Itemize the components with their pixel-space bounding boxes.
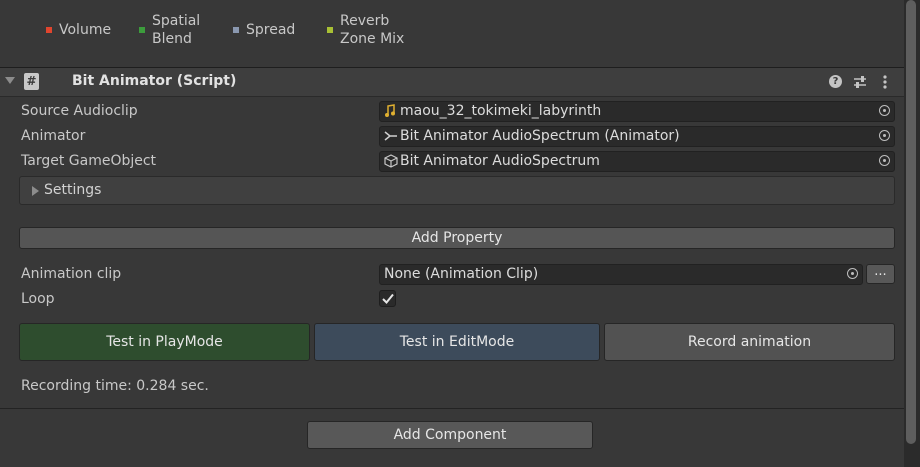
loop-label: Loop: [21, 291, 55, 307]
source-audioclip-field[interactable]: maou_32_tokimeki_labyrinth: [379, 101, 895, 122]
record-animation-button[interactable]: Record animation: [604, 323, 895, 361]
divider: [0, 408, 904, 409]
legend-label-line1: Reverb: [340, 13, 390, 29]
legend-label: Spatial Blend: [152, 12, 200, 48]
settings-label: Settings: [44, 182, 102, 198]
legend-label: Spread: [246, 22, 296, 38]
legend-label-line2: Blend: [152, 31, 192, 47]
animator-label: Animator: [21, 128, 86, 144]
animation-clip-field[interactable]: None (Animation Clip): [379, 264, 863, 285]
target-gameobject-value: Bit Animator AudioSpectrum: [400, 153, 600, 169]
object-picker-icon[interactable]: [879, 130, 890, 141]
foldout-arrow-icon[interactable]: [32, 186, 40, 196]
legend-label-line1: Spatial: [152, 13, 201, 29]
loop-checkbox[interactable]: [379, 290, 396, 307]
recording-time-text: Recording time: 0.284 sec.: [21, 378, 209, 394]
audio-clip-icon: [385, 104, 395, 117]
menu-dots-icon[interactable]: [882, 74, 888, 90]
gameobject-icon: [384, 154, 398, 168]
help-icon[interactable]: ?: [829, 75, 842, 88]
animator-value: Bit Animator AudioSpectrum (Animator): [400, 128, 680, 144]
legend-label: Volume: [59, 22, 112, 38]
test-in-editmode-button[interactable]: Test in EditMode: [314, 323, 600, 361]
test-in-playmode-button[interactable]: Test in PlayMode: [19, 323, 310, 361]
volume-swatch: [46, 27, 52, 33]
add-component-button[interactable]: Add Component: [307, 421, 593, 449]
component-header[interactable]: # Bit Animator (Script) ?: [0, 67, 904, 97]
object-picker-icon[interactable]: [847, 268, 858, 279]
legend-spread: Spread: [233, 21, 295, 39]
legend-label: Reverb Zone Mix: [340, 12, 404, 48]
animator-icon: [384, 131, 397, 141]
source-audioclip-label: Source Audioclip: [21, 103, 138, 119]
presets-icon[interactable]: [853, 75, 867, 89]
add-property-button[interactable]: Add Property: [19, 227, 895, 249]
animation-clip-label: Animation clip: [21, 266, 122, 282]
foldout-arrow-icon[interactable]: [5, 77, 15, 85]
legend-volume: Volume: [46, 21, 111, 39]
more-options-button[interactable]: ...: [866, 264, 895, 284]
legend-spatial-blend: Spatial Blend: [139, 12, 200, 48]
object-picker-icon[interactable]: [879, 155, 890, 166]
target-gameobject-field[interactable]: Bit Animator AudioSpectrum: [379, 151, 895, 172]
legend-reverb-zone-mix: Reverb Zone Mix: [327, 12, 404, 48]
spatial-blend-swatch: [139, 27, 145, 33]
spread-swatch: [233, 27, 239, 33]
animation-clip-value: None (Animation Clip): [384, 266, 539, 282]
component-title: Bit Animator (Script): [72, 73, 237, 89]
target-gameobject-label: Target GameObject: [21, 153, 157, 169]
reverb-swatch: [327, 27, 333, 33]
scrollbar-thumb[interactable]: [906, 0, 916, 444]
object-picker-icon[interactable]: [879, 105, 890, 116]
checkmark-icon: [382, 293, 394, 304]
legend-label-line2: Zone Mix: [340, 31, 405, 47]
script-icon: #: [24, 73, 39, 90]
source-audioclip-value: maou_32_tokimeki_labyrinth: [400, 103, 602, 119]
settings-foldout[interactable]: Settings: [19, 176, 895, 205]
animator-field[interactable]: Bit Animator AudioSpectrum (Animator): [379, 126, 895, 147]
